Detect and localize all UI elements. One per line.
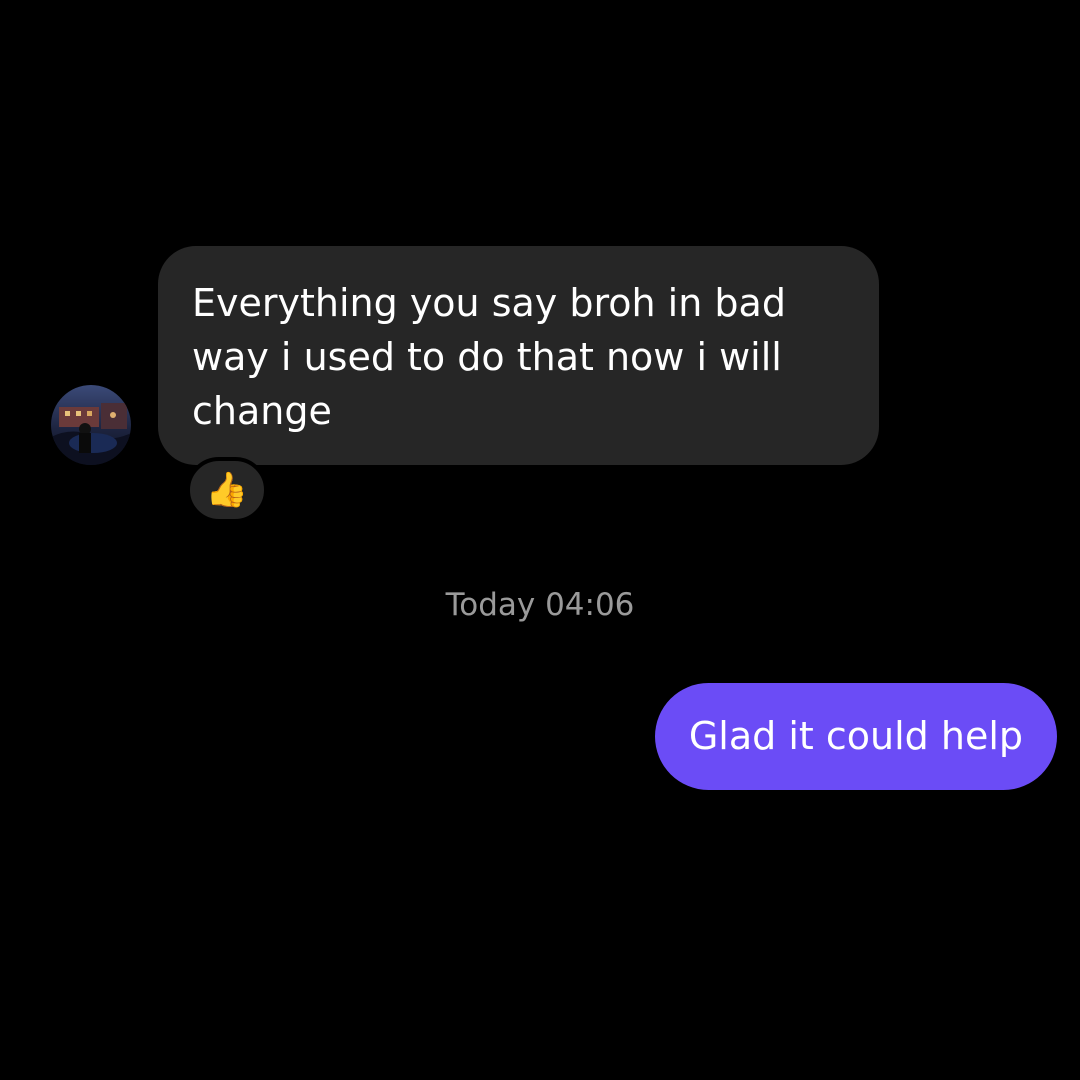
thumbs-up-icon: 👍 bbox=[205, 470, 249, 510]
sender-avatar[interactable] bbox=[51, 385, 131, 465]
avatar-photo-icon bbox=[51, 385, 131, 465]
message-timestamp: Today 04:06 bbox=[445, 587, 635, 623]
outgoing-message-bubble[interactable]: Glad it could help bbox=[654, 683, 1057, 790]
chat-thread: Everything you say broh in bad way i use… bbox=[0, 0, 1080, 1080]
reaction-badge[interactable]: 👍 bbox=[186, 457, 268, 523]
incoming-message-bubble[interactable]: Everything you say broh in bad way i use… bbox=[158, 246, 879, 465]
